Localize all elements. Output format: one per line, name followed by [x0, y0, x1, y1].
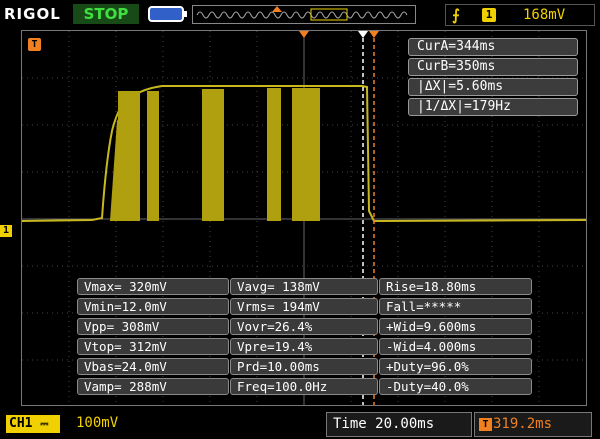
run-stop-indicator[interactable]: STOP: [73, 4, 139, 24]
trigger-level: 168mV: [523, 7, 566, 23]
meas-neg-duty: -Duty=40.0%: [379, 378, 532, 395]
meas-vbas: Vbas=24.0mV: [77, 358, 229, 375]
trigger-level-marker[interactable]: T: [28, 38, 41, 51]
timebase-readout[interactable]: Time 20.00ms: [326, 412, 472, 437]
meas-vmax: Vmax= 320mV: [77, 278, 229, 295]
dc-coupling-icon: ⎓: [40, 419, 49, 430]
channel-1-button[interactable]: CH1 ⎓: [6, 415, 60, 433]
trigger-position-icon: [272, 6, 282, 12]
meas-vavg: Vavg= 138mV: [230, 278, 378, 295]
bottom-status-bar: CH1 ⎓ 100mV Time 20.00ms T 319.2ms: [0, 410, 600, 439]
meas-neg-width: -Wid=4.000ms: [379, 338, 532, 355]
brand-logo: RIGOL: [4, 5, 61, 23]
channel-1-scale[interactable]: 100mV: [76, 415, 118, 431]
inverse-delta-x-readout: |1/ΔX|=179Hz: [408, 98, 578, 116]
top-status-bar: RIGOL STOP ⨍ 1 168mV: [0, 0, 600, 29]
meas-vovr: Vovr=26.4%: [230, 318, 378, 335]
battery-icon: [148, 6, 187, 22]
trigger-offset-readout[interactable]: T 319.2ms: [474, 412, 592, 437]
cursor-b-readout: CurB=350ms: [408, 58, 578, 76]
trigger-offset-icon: T: [479, 417, 492, 431]
trigger-source: 1: [482, 8, 496, 22]
meas-vamp: Vamp= 288mV: [77, 378, 229, 395]
trigger-time-marker: [299, 31, 309, 38]
trigger-offset-value: 319.2ms: [493, 416, 553, 432]
channel-1-label: CH1: [9, 416, 33, 431]
meas-freq: Freq=100.0Hz: [230, 378, 378, 395]
cursor-a-readout: CurA=344ms: [408, 38, 578, 56]
meas-vmin: Vmin=12.0mV: [77, 298, 229, 315]
meas-rise: Rise=18.80ms: [379, 278, 532, 295]
meas-vpp: Vpp= 308mV: [77, 318, 229, 335]
delta-x-readout: |ΔX|=5.60ms: [408, 78, 578, 96]
meas-vtop: Vtop= 312mV: [77, 338, 229, 355]
meas-vpre: Vpre=19.4%: [230, 338, 378, 355]
trigger-panel[interactable]: ⨍ 1 168mV: [445, 4, 595, 26]
channel-1-marker[interactable]: 1: [0, 225, 12, 237]
memory-depth-strip: [192, 5, 416, 24]
meas-fall: Fall=*****: [379, 298, 532, 315]
meas-prd: Prd=10.00ms: [230, 358, 378, 375]
meas-pos-duty: +Duty=96.0%: [379, 358, 532, 375]
memory-waveform-icon: [196, 6, 408, 21]
rising-edge-icon: ⨍: [452, 6, 460, 24]
meas-vrms: Vrms= 194mV: [230, 298, 378, 315]
meas-pos-width: +Wid=9.600ms: [379, 318, 532, 335]
